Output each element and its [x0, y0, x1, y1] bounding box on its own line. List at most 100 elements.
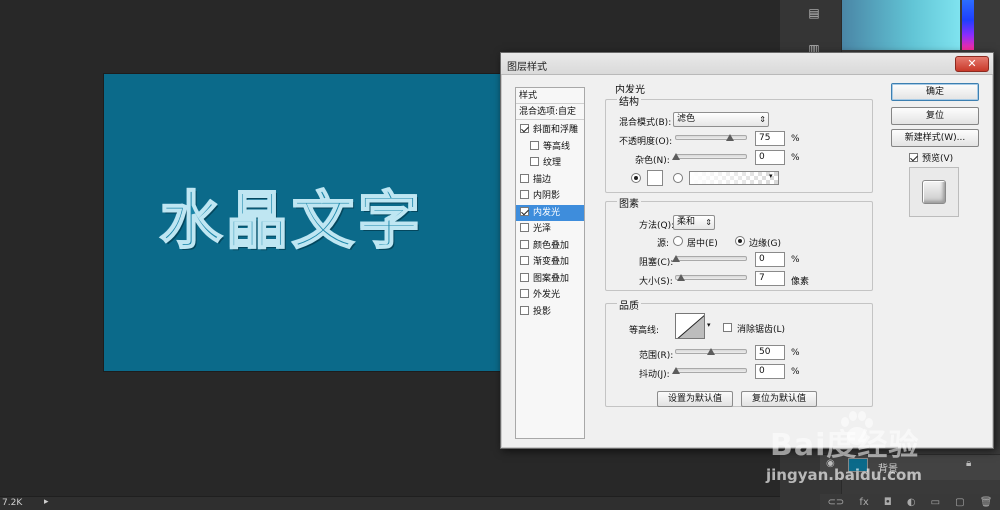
style-checkbox[interactable] — [520, 190, 529, 199]
opacity-input[interactable]: 75 — [755, 131, 785, 146]
source-label: 源: — [657, 239, 670, 249]
close-button[interactable]: ✕ — [955, 56, 989, 72]
color-picker-field[interactable] — [842, 0, 960, 50]
style-item[interactable]: 图案叠加 — [516, 271, 584, 287]
style-checkbox[interactable] — [520, 124, 529, 133]
style-item-label: 渐变叠加 — [533, 257, 570, 267]
visibility-eye-icon[interactable]: ◉ — [826, 458, 835, 469]
contour-dropdown-icon[interactable]: ▾ — [707, 321, 711, 329]
gradient-dropdown-icon[interactable]: ▾ — [769, 172, 773, 180]
layer-name: 背景 — [878, 464, 898, 475]
size-unit: 像素 — [791, 277, 810, 287]
blend-options-item[interactable]: 混合选项:自定 — [516, 104, 584, 120]
style-item[interactable]: 纹理 — [516, 155, 584, 171]
source-center-radio[interactable] — [673, 236, 683, 246]
fx-icon[interactable]: fx — [859, 497, 868, 508]
style-preview-box — [909, 167, 959, 217]
crystal-text-art: 水晶文字 — [159, 183, 425, 258]
link-icon[interactable]: ⊂⊃ — [828, 497, 845, 508]
mask-icon[interactable]: ◘ — [884, 497, 892, 508]
style-item[interactable]: 投影 — [516, 304, 584, 320]
choke-input[interactable]: 0 — [755, 252, 785, 267]
choke-slider[interactable] — [675, 256, 747, 261]
ok-button[interactable]: 确定 — [891, 83, 979, 101]
jitter-slider[interactable] — [675, 368, 747, 373]
history-icon[interactable]: ▤ — [802, 4, 826, 22]
style-checkbox[interactable] — [520, 239, 529, 249]
antialias-checkbox[interactable] — [723, 323, 732, 332]
style-checkbox[interactable] — [530, 140, 539, 150]
method-select[interactable]: 柔和 ⇕ — [673, 215, 715, 230]
opacity-slider[interactable] — [675, 135, 747, 140]
chevron-updown-icon: ⇕ — [705, 218, 712, 227]
reset-button[interactable]: 复位 — [891, 107, 979, 125]
style-item-label: 颜色叠加 — [533, 240, 570, 251]
hue-slider[interactable] — [962, 0, 974, 50]
style-checkbox[interactable] — [520, 256, 529, 265]
blend-mode-select[interactable]: 滤色 ⇕ — [673, 112, 769, 127]
source-edge-radio[interactable] — [735, 236, 745, 246]
style-checkbox[interactable] — [520, 206, 529, 216]
noise-input[interactable]: 0 — [755, 150, 785, 165]
style-item[interactable]: 颜色叠加 — [516, 238, 584, 254]
style-checkbox[interactable] — [520, 289, 529, 298]
adjustment-icon[interactable]: ◐ — [907, 497, 916, 508]
style-checkbox[interactable] — [520, 272, 529, 282]
style-checkbox[interactable] — [520, 223, 529, 232]
range-input[interactable]: 50 — [755, 345, 785, 360]
glow-color-swatch[interactable] — [647, 170, 663, 186]
style-item[interactable]: 内阴影 — [516, 188, 584, 204]
layers-footer-toolbar: ⊂⊃ fx ◘ ◐ ▭ ▢ 🗑︎ — [820, 494, 1000, 510]
style-item[interactable]: 渐变叠加 — [516, 254, 584, 270]
new-layer-icon[interactable]: ▢ — [955, 497, 964, 508]
chevron-updown-icon: ⇕ — [759, 115, 766, 124]
style-checkbox[interactable] — [520, 305, 529, 315]
contour-preview[interactable] — [675, 313, 705, 339]
style-checkbox[interactable] — [520, 173, 529, 183]
style-item[interactable]: 内发光 — [516, 204, 584, 221]
choke-label: 阻塞(C): — [639, 258, 674, 268]
styles-header[interactable]: 样式 — [516, 88, 584, 104]
style-item[interactable]: 外发光 — [516, 287, 584, 303]
solid-color-radio[interactable] — [631, 173, 641, 183]
size-input[interactable]: 7 — [755, 271, 785, 286]
reset-default-button[interactable]: 复位为默认值 — [741, 391, 817, 407]
structure-title: 结构 — [617, 93, 641, 108]
dialog-titlebar[interactable]: 图层样式 ✕ — [501, 53, 993, 75]
dialog-title: 图层样式 — [507, 62, 547, 73]
style-item[interactable]: 斜面和浮雕 — [516, 122, 584, 138]
new-style-button[interactable]: 新建样式(W)... — [891, 129, 979, 147]
style-checkbox[interactable] — [530, 157, 539, 166]
size-slider-thumb[interactable] — [677, 274, 685, 281]
antialias-label[interactable]: 消除锯齿(L) — [737, 322, 785, 335]
source-edge-label[interactable]: 边缘(G) — [749, 236, 781, 249]
jitter-slider-thumb[interactable] — [672, 367, 680, 374]
jitter-input[interactable]: 0 — [755, 364, 785, 379]
style-item[interactable]: 光泽 — [516, 221, 584, 237]
folder-icon[interactable]: ▭ — [931, 497, 940, 508]
noise-slider[interactable] — [675, 154, 747, 159]
preview-toggle[interactable]: 预览(V) — [909, 151, 953, 164]
source-center-label[interactable]: 居中(E) — [687, 236, 718, 249]
range-label: 范围(R): — [639, 351, 674, 361]
style-item[interactable]: 等高线 — [516, 139, 584, 155]
range-unit: % — [791, 348, 800, 358]
gradient-radio[interactable] — [673, 173, 683, 183]
range-slider-thumb[interactable] — [707, 348, 715, 355]
size-slider[interactable] — [675, 275, 747, 280]
style-item-label: 内阴影 — [533, 191, 561, 201]
choke-slider-thumb[interactable] — [672, 255, 680, 262]
opacity-slider-thumb[interactable] — [726, 134, 734, 141]
set-default-button[interactable]: 设置为默认值 — [657, 391, 733, 407]
status-bar: 7.2K ▸ — [0, 496, 780, 510]
trash-icon[interactable]: 🗑︎ — [980, 497, 993, 508]
preview-checkbox[interactable] — [909, 153, 918, 162]
blend-mode-value: 滤色 — [677, 114, 696, 124]
document-canvas[interactable]: 水晶文字 — [104, 74, 524, 371]
style-item[interactable]: 描边 — [516, 172, 584, 188]
layer-row-background[interactable] — [820, 454, 1000, 480]
zoom-readout: 7.2K — [2, 498, 23, 508]
gradient-swatch[interactable] — [689, 171, 779, 185]
noise-slider-thumb[interactable] — [672, 153, 680, 160]
status-menu-arrow[interactable]: ▸ — [44, 497, 49, 507]
